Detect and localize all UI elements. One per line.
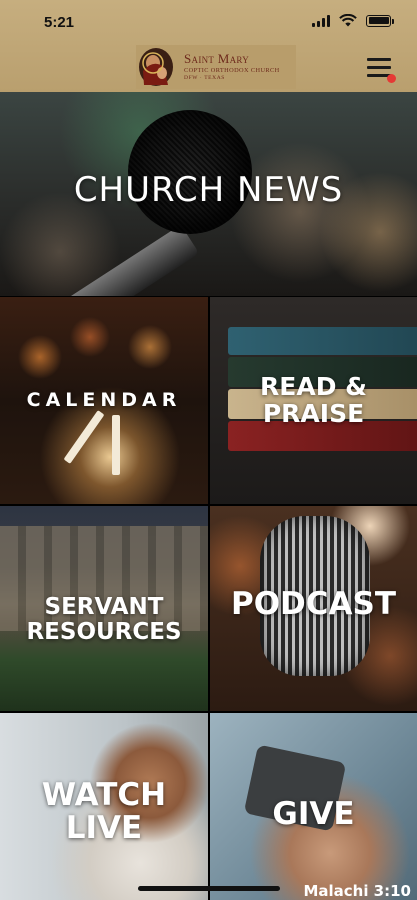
servant-line2: RESOURCES bbox=[26, 618, 182, 645]
tile-watch-live[interactable]: WATCH LIVE bbox=[0, 713, 208, 900]
servant-line1: SERVANT bbox=[44, 594, 164, 621]
watch-live-label: WATCH LIVE bbox=[42, 779, 166, 844]
podcast-label: PODCAST bbox=[230, 586, 397, 623]
tile-servant-resources[interactable]: SERVANT RESOURCES bbox=[0, 506, 208, 711]
logo-location: DFW · Texas bbox=[184, 75, 225, 82]
hamburger-menu-icon[interactable] bbox=[367, 57, 396, 83]
calendar-label: CALENDAR bbox=[26, 388, 182, 411]
tile-church-news[interactable]: CHURCH NEWS bbox=[0, 92, 417, 296]
church-logo[interactable]: Saint Mary Coptic Orthodox Church DFW · … bbox=[136, 45, 296, 89]
church-news-label: CHURCH NEWS bbox=[73, 170, 344, 211]
watch-line1: WATCH bbox=[41, 776, 167, 813]
tile-read-praise[interactable]: READ & PRAISE bbox=[210, 297, 417, 504]
status-icons bbox=[312, 14, 394, 27]
notification-dot bbox=[387, 74, 396, 83]
logo-subtitle: Coptic Orthodox Church bbox=[184, 67, 280, 75]
read-praise-label: READ & PRAISE bbox=[260, 372, 367, 428]
battery-icon bbox=[366, 14, 394, 27]
tile-give[interactable]: GIVE Malachi 3:10 bbox=[210, 713, 417, 900]
book-icon bbox=[228, 327, 417, 355]
cellular-signal-icon bbox=[312, 14, 330, 27]
candle-icon bbox=[112, 415, 120, 475]
read-praise-line2: PRAISE bbox=[262, 398, 365, 428]
servant-resources-label: SERVANT RESOURCES bbox=[26, 595, 181, 643]
read-praise-line1: READ & bbox=[260, 372, 367, 402]
icon-saint-mary-logo bbox=[139, 48, 173, 86]
home-indicator[interactable] bbox=[138, 886, 280, 891]
wifi-icon bbox=[339, 14, 357, 27]
give-verse: Malachi 3:10 bbox=[303, 882, 411, 900]
app-header: 5:21 Saint Mary Coptic Orthodox Church D… bbox=[0, 0, 417, 92]
watch-line2: LIVE bbox=[65, 809, 143, 846]
status-time: 5:21 bbox=[44, 14, 75, 31]
tile-podcast[interactable]: PODCAST bbox=[210, 506, 417, 711]
logo-title: Saint Mary bbox=[184, 51, 250, 67]
tile-calendar[interactable]: CALENDAR bbox=[0, 297, 208, 504]
give-label: GIVE bbox=[272, 796, 355, 833]
